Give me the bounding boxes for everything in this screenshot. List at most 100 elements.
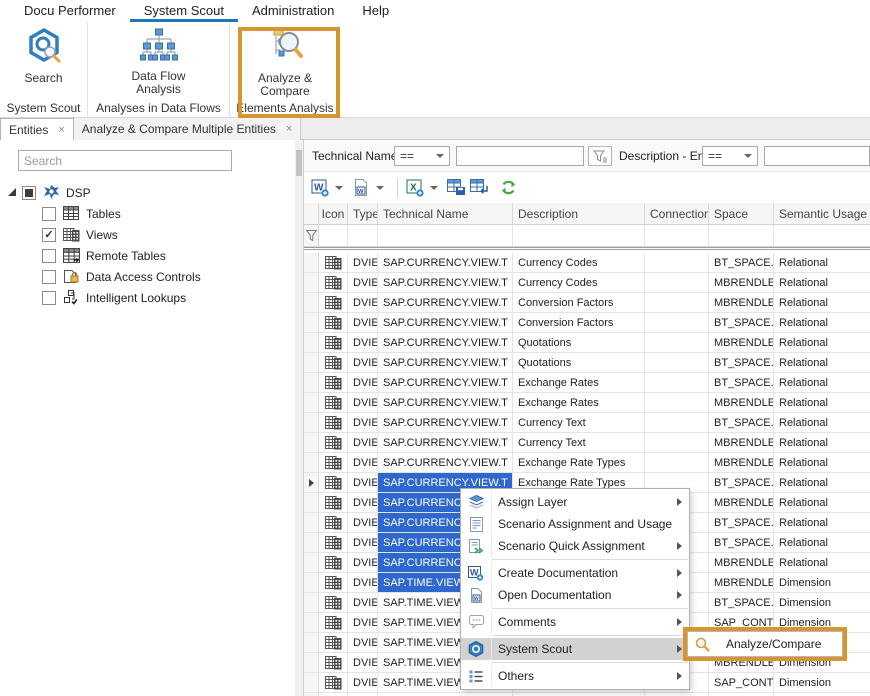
menu-item-label: Create Documentation xyxy=(491,562,689,584)
column-header-description[interactable]: Description xyxy=(513,203,645,225)
analyze-compare-button[interactable]: Analyze &Compare xyxy=(258,28,312,98)
menu-item-others[interactable]: Others xyxy=(461,665,689,687)
document-tab-bar: Entities × Analyze & Compare Multiple En… xyxy=(0,118,870,140)
filter-cell[interactable] xyxy=(348,225,378,247)
ribbon-tab-help[interactable]: Help xyxy=(348,0,403,22)
menu-item-system-scout[interactable]: System Scout xyxy=(461,638,689,660)
column-header-technical-name[interactable]: Technical Name xyxy=(378,203,513,225)
data-flow-analysis-button[interactable]: Data FlowAnalysis xyxy=(131,28,185,96)
operator-dropdown-technical-name[interactable]: == xyxy=(394,146,450,166)
ribbon-group-analyses-in-data-flows: Data FlowAnalysis Analyses in Data Flows xyxy=(88,22,230,117)
word-export-button[interactable]: W xyxy=(309,177,331,199)
search-input[interactable] xyxy=(18,150,232,171)
tree-node-dsp[interactable]: DSP xyxy=(0,182,295,203)
table-row[interactable]: DVIESAP.CURRENCY.VIEW.TCurrency CodesBT_… xyxy=(304,253,870,273)
menu-item-comments[interactable]: Comments xyxy=(461,611,689,633)
column-header-space[interactable]: Space xyxy=(709,203,774,225)
tree-node-remote-tables-label: Remote Tables xyxy=(86,249,166,263)
menu-item-open-documentation[interactable]: w Open Documentation xyxy=(461,584,689,606)
submenu-arrow-icon xyxy=(677,645,682,653)
tree-node-remote-tables[interactable]: Remote Tables xyxy=(0,245,295,266)
excel-export-dropdown[interactable] xyxy=(427,177,441,199)
menu-item-label: Others xyxy=(491,665,689,687)
table-row[interactable]: DVIESAP.CURRENCY.VIEW.TExchange RatesBT_… xyxy=(304,373,870,393)
filter-cell[interactable] xyxy=(709,225,774,247)
tables-checkbox[interactable] xyxy=(42,207,56,221)
filter-cell[interactable] xyxy=(513,225,645,247)
close-icon[interactable]: × xyxy=(286,123,292,135)
operator-dropdown-description[interactable]: == xyxy=(702,146,758,166)
tree-node-data-access-controls[interactable]: Data Access Controls xyxy=(0,266,295,287)
table-row[interactable]: DVIESAP.CURRENCY.VIEW.TExchange Rate Typ… xyxy=(304,453,870,473)
close-icon[interactable]: × xyxy=(58,124,64,136)
tree-node-tables[interactable]: Tables xyxy=(0,203,295,224)
remote-tables-checkbox[interactable] xyxy=(42,249,56,263)
views-checkbox[interactable] xyxy=(42,228,56,242)
entity-tree: DSP Tables Views Remote Tables xyxy=(0,182,295,308)
table-row[interactable]: DVIESAP.CURRENCY.VIEW.TCurrency TextBT_S… xyxy=(304,413,870,433)
tab-analyze-compare-multiple-entities[interactable]: Analyze & Compare Multiple Entities × xyxy=(74,118,302,140)
table-row[interactable]: DVIESAP.CURRENCY.VIEW.TConversion Factor… xyxy=(304,313,870,333)
expander-icon[interactable] xyxy=(8,188,16,196)
menu-item-label: Scenario Assignment and Usage xyxy=(491,513,689,535)
table-save-icon xyxy=(447,179,466,196)
menu-item-label: Assign Layer xyxy=(491,491,689,513)
excel-export-button[interactable]: X xyxy=(404,177,426,199)
data-flow-analysis-label: Data FlowAnalysis xyxy=(131,70,185,96)
word-export-dropdown[interactable] xyxy=(332,177,346,199)
restore-layout-button[interactable] xyxy=(468,177,490,199)
tree-node-views[interactable]: Views xyxy=(0,224,295,245)
menu-item-label: Open Documentation xyxy=(491,584,689,606)
column-header-semantic-usage[interactable]: Semantic Usage xyxy=(774,203,870,225)
menu-item-scenario-quick-assignment[interactable]: Scenario Quick Assignment xyxy=(461,535,689,557)
menu-item-assign-layer[interactable]: Assign Layer xyxy=(461,491,689,513)
splitter-grip[interactable] xyxy=(296,150,302,176)
table-row[interactable]: DVIESAP.CURRENCY.VIEW.TCurrency TextMBRE… xyxy=(304,433,870,453)
filter-cell[interactable] xyxy=(645,225,709,247)
table-row[interactable]: DVIESAP.CURRENCY.VIEW.TConversion Factor… xyxy=(304,293,870,313)
fixed-row-divider xyxy=(304,247,870,250)
word-document-button[interactable]: w xyxy=(350,177,372,199)
table-row[interactable]: DVIESAP.CURRENCY.VIEW.TQuotationsMBRENDL… xyxy=(304,333,870,353)
dsp-system-icon xyxy=(43,185,60,201)
context-menu: Assign Layer Scenario Assignment and Usa… xyxy=(460,488,690,690)
menu-item-create-documentation[interactable]: W Create Documentation xyxy=(461,562,689,584)
filter-input-description[interactable] xyxy=(764,146,870,166)
word-document-dropdown[interactable] xyxy=(373,177,387,199)
filter-bar: Technical Name == Description - En == xyxy=(304,140,870,172)
table-row[interactable]: DVIESAP.CURRENCY.VIEW.TExchange RatesMBR… xyxy=(304,393,870,413)
search-button[interactable]: Search xyxy=(24,28,62,85)
ribbon-tab-docu-performer[interactable]: Docu Performer xyxy=(10,0,130,22)
filter-cell[interactable] xyxy=(319,225,348,247)
ribbon-tab-administration[interactable]: Administration xyxy=(238,0,348,22)
filter-options-button[interactable] xyxy=(588,146,612,166)
menu-item-scenario-assignment-and-usage[interactable]: Scenario Assignment and Usage xyxy=(461,513,689,535)
data-access-checkbox[interactable] xyxy=(42,270,56,284)
menu-item-label: System Scout xyxy=(491,638,689,660)
panel-splitter[interactable] xyxy=(295,140,303,696)
filter-input-technical-name[interactable] xyxy=(456,146,584,166)
tab-acme-label: Analyze & Compare Multiple Entities xyxy=(82,122,276,136)
app-window: Docu Performer System Scout Administrati… xyxy=(0,0,870,696)
column-header-icon[interactable]: Icon xyxy=(319,203,348,225)
menu-separator xyxy=(492,608,688,609)
header-indicator xyxy=(304,203,319,225)
intelligent-lookups-checkbox[interactable] xyxy=(42,291,56,305)
save-layout-button[interactable] xyxy=(445,177,467,199)
table-row[interactable]: DVIESAP.CURRENCY.VIEW.TQuotationsBT_SPAC… xyxy=(304,353,870,373)
column-header-connection[interactable]: Connection xyxy=(645,203,709,225)
grid-toolbar: W w X xyxy=(304,172,870,203)
layers-icon xyxy=(461,495,491,509)
submenu-arrow-icon xyxy=(677,618,682,626)
filter-cell[interactable] xyxy=(774,225,870,247)
tree-node-intelligent-lookups[interactable]: Intelligent Lookups xyxy=(0,287,295,308)
ribbon-tab-system-scout[interactable]: System Scout xyxy=(130,0,238,22)
table-row[interactable]: DVIESAP.CURRENCY.VIEW.TCurrency CodesMBR… xyxy=(304,273,870,293)
refresh-button[interactable] xyxy=(497,177,519,199)
filter-cell[interactable] xyxy=(378,225,513,247)
menu-item-analyze-compare[interactable]: Analyze/Compare xyxy=(687,631,843,657)
menu-item-label: Comments xyxy=(491,611,689,633)
tab-entities[interactable]: Entities × xyxy=(0,118,74,141)
dsp-checkbox[interactable] xyxy=(22,186,36,200)
column-header-type[interactable]: Type xyxy=(348,203,378,225)
